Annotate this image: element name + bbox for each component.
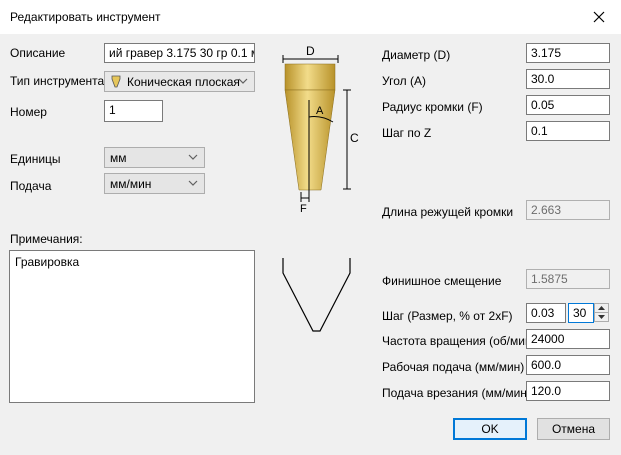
angle-label: Угол (А) [382, 74, 426, 88]
number-input[interactable]: 1 [104, 100, 163, 122]
feed-units-label: Подача [10, 179, 52, 193]
arrow-down-icon [598, 315, 605, 319]
engraver-tool-icon [111, 75, 121, 88]
cutting-length-input: 2.663 [526, 200, 610, 220]
dim-c-label: C [350, 131, 359, 145]
spin-up-button[interactable] [595, 304, 608, 313]
ok-button[interactable]: OK [453, 418, 527, 440]
step-z-label: Шаг по Z [382, 126, 432, 140]
tool-type-label: Тип инструмента [10, 74, 105, 88]
spindle-speed-label: Частота вращения (об/мин) [382, 334, 536, 348]
window-title: Редактировать инструмент [10, 10, 161, 24]
stepover-size-input[interactable]: 0.03 [526, 303, 566, 323]
step-z-input[interactable]: 0.1 [526, 121, 610, 141]
chevron-down-icon [238, 78, 248, 84]
feed-rate-input[interactable]: 600.0 [526, 355, 610, 375]
tool-profile-diagram [282, 258, 351, 332]
units-select[interactable]: мм [104, 147, 205, 168]
finish-offset-label: Финишное смещение [382, 274, 502, 288]
number-label: Номер [10, 105, 47, 119]
tool-type-value: Коническая плоская [127, 75, 240, 89]
chevron-down-icon [188, 180, 198, 186]
close-button[interactable] [577, 0, 621, 34]
diameter-input[interactable]: 3.175 [526, 43, 610, 63]
tool-type-select[interactable]: Коническая плоская [104, 71, 255, 92]
dim-a-label: A [316, 105, 324, 117]
plunge-rate-input[interactable]: 120.0 [526, 381, 610, 401]
stepover-label: Шаг (Размер, % от 2хF) [382, 309, 513, 323]
dim-f-label: F [300, 203, 307, 215]
angle-input[interactable]: 30.0 [526, 69, 610, 89]
chevron-down-icon [188, 154, 198, 160]
feed-units-select[interactable]: мм/мин [104, 173, 205, 194]
stepover-percent-input[interactable]: 30 [568, 303, 594, 323]
close-icon [593, 11, 605, 23]
title-bar: Редактировать инструмент [0, 0, 621, 34]
finish-offset-input: 1.5875 [526, 269, 610, 289]
description-input[interactable]: ий гравер 3.175 30 гр 0.1 мм [104, 43, 255, 63]
arrow-up-icon [598, 306, 605, 310]
edge-radius-label: Радиус кромки (F) [382, 100, 483, 114]
diameter-label: Диаметр (D) [382, 48, 451, 62]
feed-units-value: мм/мин [110, 177, 152, 191]
dim-d-label: D [306, 44, 315, 58]
spindle-speed-input[interactable]: 24000 [526, 329, 610, 349]
cancel-button[interactable]: Отмена [537, 418, 610, 440]
description-label: Описание [10, 46, 66, 60]
edge-radius-input[interactable]: 0.05 [526, 95, 610, 115]
notes-textarea[interactable]: Гравировка [9, 250, 255, 403]
units-value: мм [110, 151, 127, 165]
cutting-length-label: Длина режущей кромки [382, 205, 514, 219]
stepover-spinner[interactable] [594, 303, 609, 322]
notes-label: Примечания: [10, 232, 83, 246]
feed-rate-label: Рабочая подача (мм/мин) [382, 360, 525, 374]
units-label: Единицы [10, 152, 61, 166]
spin-down-button[interactable] [595, 313, 608, 321]
plunge-rate-label: Подача врезания (мм/мин) [382, 386, 531, 400]
tool-diagram: D A C F [282, 44, 359, 215]
